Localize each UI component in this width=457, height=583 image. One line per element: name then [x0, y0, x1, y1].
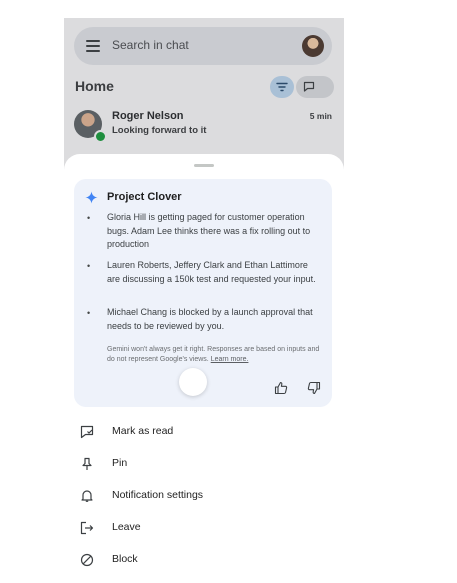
pin-action[interactable]: Pin — [64, 448, 344, 480]
chat-toggle[interactable] — [296, 76, 334, 98]
filter-icon — [276, 82, 288, 92]
action-label: Leave — [112, 521, 141, 533]
summary-bullet: Gloria Hill is getting paged for custome… — [107, 212, 311, 249]
drag-handle[interactable] — [194, 164, 214, 167]
action-label: Notification settings — [112, 489, 204, 501]
menu-icon[interactable] — [86, 40, 100, 52]
learn-more-link[interactable]: Learn more. — [211, 356, 249, 363]
thumbs-up-icon[interactable] — [274, 381, 288, 395]
summary-card: Project Clover • Gloria Hill is getting … — [74, 179, 332, 407]
search-input[interactable]: Search in chat — [112, 38, 189, 52]
bullet-dot: • — [87, 261, 91, 271]
notification-settings-action[interactable]: Notification settings — [64, 480, 344, 512]
mark-as-read-action[interactable]: Mark as read — [64, 416, 344, 448]
gemini-spark-icon — [85, 191, 98, 204]
block-icon — [80, 553, 94, 567]
thumbs-down-icon[interactable] — [307, 381, 321, 395]
filter-button[interactable] — [270, 76, 294, 98]
bell-icon — [81, 490, 93, 502]
leave-action[interactable]: Leave — [64, 512, 344, 544]
phone-screen: Search in chat Home Roger Nelson Looking… — [64, 18, 344, 583]
action-label: Mark as read — [112, 425, 174, 437]
message-time: 5 min — [309, 111, 332, 121]
gemini-disclaimer: Gemini won't always get it right. Respon… — [107, 345, 325, 365]
bullet-dot: • — [87, 213, 91, 223]
bottom-sheet: Project Clover • Gloria Hill is getting … — [64, 154, 344, 583]
mark-read-icon — [80, 425, 94, 439]
page-title: Home — [75, 78, 114, 94]
pin-icon — [82, 457, 92, 470]
bullet-dot: • — [87, 308, 91, 318]
leave-icon — [80, 521, 94, 535]
loading-indicator — [179, 368, 207, 396]
summary-title: Project Clover — [107, 191, 182, 203]
summary-bullet: Michael Chang is blocked by a launch app… — [107, 307, 313, 331]
contact-name[interactable]: Roger Nelson — [112, 110, 184, 122]
user-avatar[interactable] — [302, 35, 324, 57]
search-bar[interactable]: Search in chat — [74, 27, 332, 65]
online-status-dot — [94, 130, 107, 143]
summary-bullet: Lauren Roberts, Jeffery Clark and Ethan … — [107, 260, 316, 284]
block-action[interactable]: Block — [64, 544, 344, 576]
chat-bubble-icon — [303, 81, 315, 92]
last-message: Looking forward to it — [112, 125, 207, 136]
action-label: Pin — [112, 457, 128, 469]
action-label: Block — [112, 553, 138, 565]
